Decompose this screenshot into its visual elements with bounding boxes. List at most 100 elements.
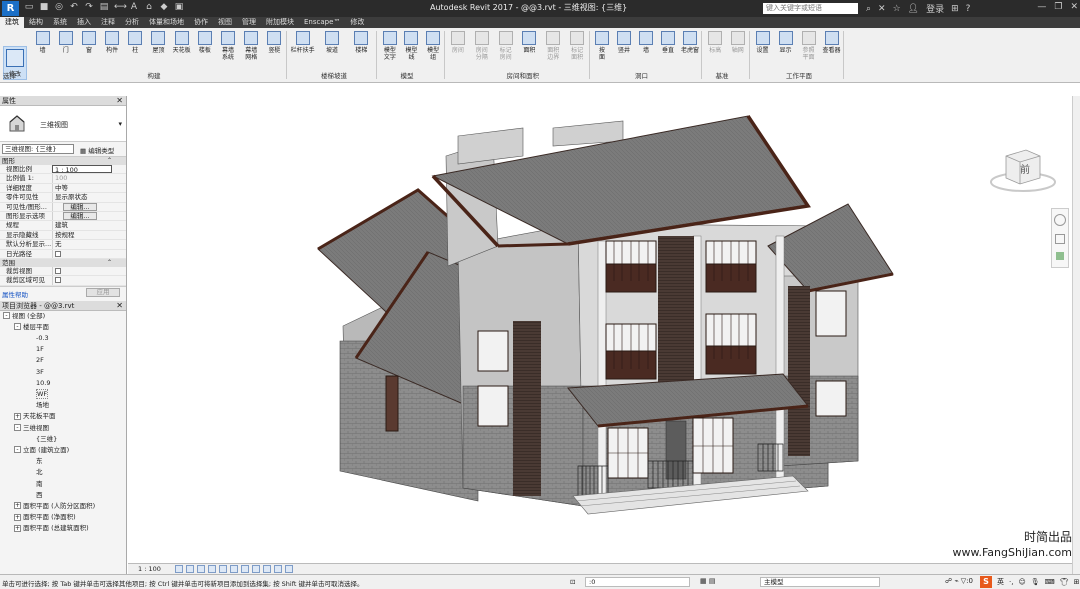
ribbon-button-0-2[interactable]: 窗	[78, 31, 99, 54]
crop-region-icon[interactable]	[241, 565, 249, 573]
ribbon-button-5-0[interactable]: 标高	[705, 31, 726, 54]
ribbon-button-0-9[interactable]: 幕墙 网格	[241, 31, 262, 61]
ribbon-button-2-0[interactable]: 模型 文字	[380, 31, 400, 61]
browser-item[interactable]: + 面积平面 (净面积)	[0, 512, 126, 523]
apply-button[interactable]: 应用	[86, 287, 120, 297]
cart-icon[interactable]: ⊞	[951, 4, 959, 14]
property-value[interactable]: 编辑...	[52, 202, 112, 211]
collapse-icon[interactable]: -	[14, 446, 21, 454]
view-dropdown[interactable]: 三维视图: {三维}	[2, 144, 74, 154]
ribbon-button-0-10[interactable]: 竖梃	[264, 31, 285, 54]
save-icon[interactable]: ■	[39, 2, 49, 13]
search-input[interactable]: 键入关键字或短语	[763, 3, 858, 14]
star-icon[interactable]: ☆	[893, 4, 901, 14]
view-scale[interactable]: 1 : 100	[138, 565, 172, 573]
tab-2[interactable]: 系统	[48, 17, 72, 28]
browser-item[interactable]: 东	[0, 456, 126, 467]
measure-icon[interactable]: ⟷	[114, 2, 127, 13]
property-value[interactable]: 无	[52, 240, 112, 249]
expand-icon[interactable]: +	[14, 412, 21, 420]
close-icon[interactable]: ✕	[116, 96, 123, 106]
ribbon-button-0-8[interactable]: 幕墙 系统	[217, 31, 238, 61]
browser-item[interactable]: + 面积平面 (总建筑面积)	[0, 523, 126, 534]
sync-icon[interactable]: ◎	[54, 2, 64, 13]
tab-3[interactable]: 插入	[72, 17, 96, 28]
lock-view-icon[interactable]	[252, 565, 260, 573]
ribbon-button-0-0[interactable]: 墙	[32, 31, 53, 54]
close-icon[interactable]: ✕	[1070, 2, 1078, 12]
ribbon-button-1-1[interactable]: 坡道	[318, 31, 345, 54]
mic-icon[interactable]: 🎙︎	[1031, 578, 1040, 586]
print-icon[interactable]: ▤	[99, 2, 109, 13]
3d-view-icon[interactable]: ⌂	[144, 2, 154, 13]
browser-item[interactable]: {三维}	[0, 434, 126, 445]
ribbon-button-1-0[interactable]: 栏杆扶手	[289, 31, 316, 54]
user-icon[interactable]: 👤︎	[908, 4, 919, 14]
analytical-model-icon[interactable]	[285, 565, 293, 573]
help-icon[interactable]: ?	[966, 4, 971, 14]
selection-icons[interactable]: ☍ ⌁ ▽:0	[945, 577, 973, 585]
ribbon-button-6-2[interactable]: 参照 平面	[798, 31, 819, 61]
crop-view-icon[interactable]	[230, 565, 238, 573]
checkbox[interactable]	[55, 250, 61, 257]
search-icon[interactable]: ⌕	[866, 4, 871, 14]
expand-icon[interactable]: +	[14, 524, 21, 532]
open-icon[interactable]: ▭	[24, 2, 34, 13]
tab-11[interactable]: Enscape™	[299, 17, 345, 28]
drawing-canvas[interactable]: 前 时简出品 www.FangShiJian.com	[128, 96, 1072, 574]
zoom-region-icon[interactable]	[1056, 252, 1064, 260]
vertical-scrollbar[interactable]	[1072, 96, 1080, 574]
browser-item[interactable]: -0.3	[0, 333, 126, 344]
ribbon-button-4-0[interactable]: 按 面	[592, 31, 612, 61]
sun-path-icon[interactable]	[197, 565, 205, 573]
ribbon-button-5-1[interactable]: 轴网	[728, 31, 749, 54]
browser-item[interactable]: 西	[0, 490, 126, 501]
detail-level-icon[interactable]	[175, 565, 183, 573]
browser-item[interactable]: 1F	[0, 344, 126, 355]
ribbon-button-3-3[interactable]: 面积	[519, 31, 541, 54]
tab-6[interactable]: 体量和场地	[144, 17, 189, 28]
tab-5[interactable]: 分析	[120, 17, 144, 28]
ribbon-button-2-1[interactable]: 模型 线	[402, 31, 422, 61]
steering-wheel-icon[interactable]	[1054, 214, 1066, 226]
collapse-icon[interactable]: -	[14, 424, 21, 432]
group-graphics[interactable]: 图形 ⌃	[0, 157, 126, 165]
browser-item[interactable]: WF	[0, 389, 126, 400]
punctuation-icon[interactable]: ·,	[1009, 578, 1013, 586]
emoji-icon[interactable]: ☺	[1018, 578, 1025, 586]
undo-icon[interactable]: ↶	[69, 2, 79, 13]
viewcube[interactable]: 前	[988, 144, 1058, 194]
ribbon-button-3-5[interactable]: 标记 面积	[566, 31, 588, 61]
edit-type-button[interactable]: ▦ 编辑类型	[80, 145, 114, 155]
zoom-icon[interactable]	[1055, 234, 1065, 244]
ribbon-button-0-7[interactable]: 楼板	[194, 31, 215, 54]
checkbox[interactable]	[55, 277, 61, 284]
browser-item[interactable]: - 立面 (建筑立面)	[0, 445, 126, 456]
exchange-icon[interactable]: ✕	[878, 4, 886, 14]
expand-icon[interactable]: +	[14, 513, 21, 521]
edit-button[interactable]: 编辑...	[63, 211, 97, 220]
ribbon-button-4-4[interactable]: 老虎窗	[680, 31, 700, 54]
ribbon-button-6-3[interactable]: 查看器	[821, 31, 842, 54]
ribbon-button-3-1[interactable]: 房间 分隔	[471, 31, 493, 61]
keyboard-icon[interactable]: ⌨	[1045, 578, 1055, 586]
grid-icon[interactable]: ⊞	[1074, 578, 1080, 586]
maximize-icon[interactable]: ❐	[1054, 2, 1062, 12]
group-extents[interactable]: 范围 ⌃	[0, 258, 126, 267]
ribbon-button-3-2[interactable]: 标记 房间	[495, 31, 517, 61]
browser-item[interactable]: 3F	[0, 367, 126, 378]
ribbon-button-0-3[interactable]: 构件	[102, 31, 123, 54]
tab-12[interactable]: 修改	[345, 17, 369, 28]
property-value[interactable]	[52, 276, 112, 285]
collapse-icon[interactable]: -	[14, 323, 21, 331]
skin-icon[interactable]: 👕︎	[1060, 578, 1069, 586]
browser-item[interactable]: 2F	[0, 355, 126, 366]
ribbon-button-0-6[interactable]: 天花板	[171, 31, 192, 54]
browser-item[interactable]: + 面积平面 (人防分区面积)	[0, 501, 126, 512]
temp-hide-icon[interactable]	[263, 565, 271, 573]
visual-style-icon[interactable]	[186, 565, 194, 573]
shadows-icon[interactable]	[208, 565, 216, 573]
browser-item[interactable]: - 楼层平面	[0, 322, 126, 333]
minimize-icon[interactable]: —	[1037, 2, 1046, 12]
property-value[interactable]	[52, 266, 112, 276]
